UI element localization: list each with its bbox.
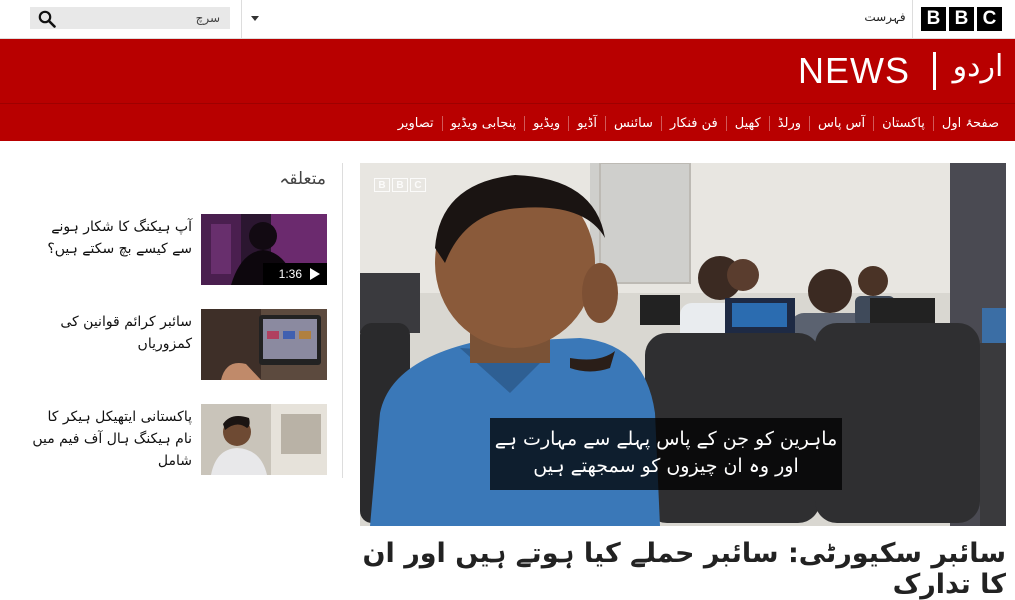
bbc-logo-letter: B — [949, 7, 974, 31]
watermark-letter: C — [410, 178, 426, 192]
nav-item-punjabi-video[interactable]: پنجابی ویڈیو — [441, 115, 525, 131]
play-icon[interactable] — [310, 268, 320, 280]
related-title: متعلقہ — [279, 169, 326, 189]
masthead-separator — [933, 52, 936, 90]
menu-divider — [912, 0, 913, 38]
caption-line: اور وہ ان چیزوں کو سمجھتے ہیں — [533, 455, 799, 477]
caption-line: ماہرین کو جن کے پاس پہلے سے مہارت ہے — [494, 428, 838, 450]
watermark-letter: B — [392, 178, 408, 192]
chevron-down-icon[interactable] — [251, 16, 259, 21]
search-box[interactable] — [30, 7, 230, 29]
thumbnail-image — [201, 309, 327, 380]
nav-bar: صفحۂ اول پاکستان آس پاس ورلڈ کھیل فن فنک… — [0, 103, 1015, 141]
site-name[interactable]: اردو — [948, 49, 1008, 84]
related-story[interactable]: پاکستانی ایتھیکل ہیکر کا نام ہیکنگ ہال آ… — [30, 404, 327, 476]
nav-item-pictures[interactable]: تصاویر — [390, 116, 442, 131]
story-thumbnail[interactable]: 1:36 — [201, 214, 327, 285]
bbc-logo-letter: B — [921, 7, 946, 31]
story-title[interactable]: سائبر کرائم قوانین کی کمزوریاں — [30, 311, 192, 355]
nav-item-sport[interactable]: کھیل — [725, 115, 769, 131]
nav-item-science[interactable]: سائنس — [604, 115, 661, 131]
top-divider — [241, 0, 242, 38]
nav-item-region[interactable]: آس پاس — [809, 115, 873, 131]
watermark-letter: B — [374, 178, 390, 192]
story-thumbnail[interactable] — [201, 404, 327, 475]
story-thumbnail[interactable] — [201, 309, 327, 380]
nav-item-video[interactable]: ویڈیو — [524, 115, 568, 131]
video-caption: ماہرین کو جن کے پاس پہلے سے مہارت ہے اور… — [490, 418, 842, 490]
bbc-logo-letter: C — [977, 7, 1002, 31]
nav-item-world[interactable]: ورلڈ — [768, 115, 809, 131]
story-headline[interactable]: سائبر سکیورٹی: سائبر حملے کیا ہوتے ہیں ا… — [360, 538, 1006, 600]
nav-item-pakistan[interactable]: پاکستان — [873, 115, 933, 131]
search-input[interactable] — [64, 7, 224, 29]
related-story[interactable]: 1:36 آپ ہیکنگ کا شکار ہونے سے کیسے بچ سک… — [30, 214, 327, 286]
related-story[interactable]: سائبر کرائم قوانین کی کمزوریاں — [30, 309, 327, 381]
duration-text: 1:36 — [278, 267, 302, 281]
top-bar: فہرست B B C — [0, 0, 1015, 39]
nav-item-entertainment[interactable]: فن فنکار — [660, 115, 726, 131]
thumbnail-image — [201, 404, 327, 475]
search-icon[interactable] — [38, 10, 56, 28]
sidebar-divider — [342, 163, 343, 478]
story-title[interactable]: پاکستانی ایتھیکل ہیکر کا نام ہیکنگ ہال آ… — [30, 406, 192, 472]
nav-item-home[interactable]: صفحۂ اول — [932, 115, 1007, 131]
masthead: NEWS اردو — [0, 39, 1015, 103]
story-title[interactable]: آپ ہیکنگ کا شکار ہونے سے کیسے بچ سکتے ہی… — [30, 216, 192, 260]
nav-item-audio[interactable]: آڈیو — [568, 115, 605, 131]
menu-button[interactable]: فہرست — [860, 10, 910, 24]
hero-watermark: B B C — [374, 178, 426, 192]
nav-items: صفحۂ اول پاکستان آس پاس ورلڈ کھیل فن فنک… — [390, 104, 1007, 142]
bbc-logo[interactable]: B B C — [921, 7, 1002, 31]
news-wordmark[interactable]: NEWS — [798, 50, 910, 92]
video-duration-badge: 1:36 — [263, 263, 327, 285]
